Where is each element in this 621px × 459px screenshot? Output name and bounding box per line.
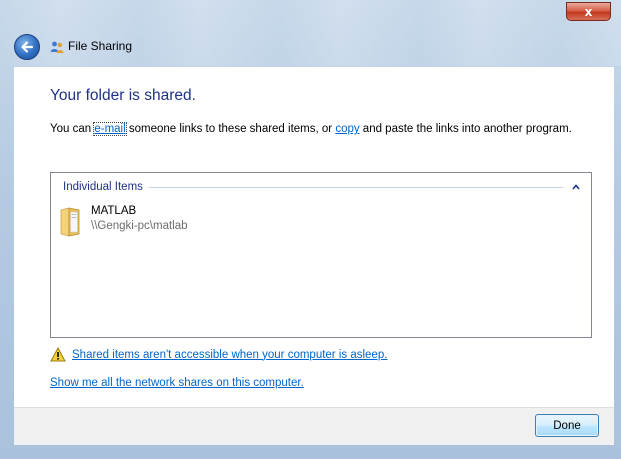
close-button[interactable]: x <box>566 2 611 21</box>
content-panel: Your folder is shared. You can e-mail so… <box>14 67 614 407</box>
sleep-warning: Shared items aren't accessible when your… <box>50 347 387 362</box>
description-suffix: and paste the links into another program… <box>359 123 572 135</box>
group-header-individual-items[interactable]: Individual Items <box>63 179 581 195</box>
share-description: You can e-mail someone links to these sh… <box>50 122 572 136</box>
footer-bar: Done <box>14 407 614 445</box>
back-arrow-icon <box>21 41 34 53</box>
item-name: MATLAB <box>91 205 137 217</box>
window-title: File Sharing <box>68 39 133 53</box>
email-link[interactable]: e-mail <box>93 122 127 136</box>
chevron-up-icon[interactable] <box>571 182 581 192</box>
sharing-people-icon <box>50 41 64 53</box>
description-middle: someone links to these shared items, or <box>125 123 336 135</box>
close-icon: x <box>584 4 593 19</box>
network-shares-row: Show me all the network shares on this c… <box>50 371 304 390</box>
folder-icon <box>60 207 80 237</box>
group-label: Individual Items <box>63 181 143 193</box>
group-divider <box>148 186 563 188</box>
item-path: \\Gengki-pc\matlab <box>91 220 188 232</box>
description-prefix: You can <box>50 123 95 135</box>
copy-link[interactable]: copy <box>335 123 359 135</box>
list-item[interactable]: MATLAB \\Gengki-pc\matlab <box>59 202 359 238</box>
sleep-warning-link[interactable]: Shared items aren't accessible when your… <box>72 349 387 361</box>
shared-items-list: Individual Items MATLAB \\Gengki-pc\matl… <box>50 172 592 338</box>
page-title: Your folder is shared. <box>50 87 196 104</box>
window-frame-glass <box>0 0 621 66</box>
network-shares-link[interactable]: Show me all the network shares on this c… <box>50 377 304 389</box>
file-sharing-window: x File Sharing Your folder is shared. Yo… <box>0 0 621 459</box>
done-button[interactable]: Done <box>535 414 599 437</box>
back-button[interactable] <box>14 34 40 60</box>
warning-icon <box>50 347 66 362</box>
